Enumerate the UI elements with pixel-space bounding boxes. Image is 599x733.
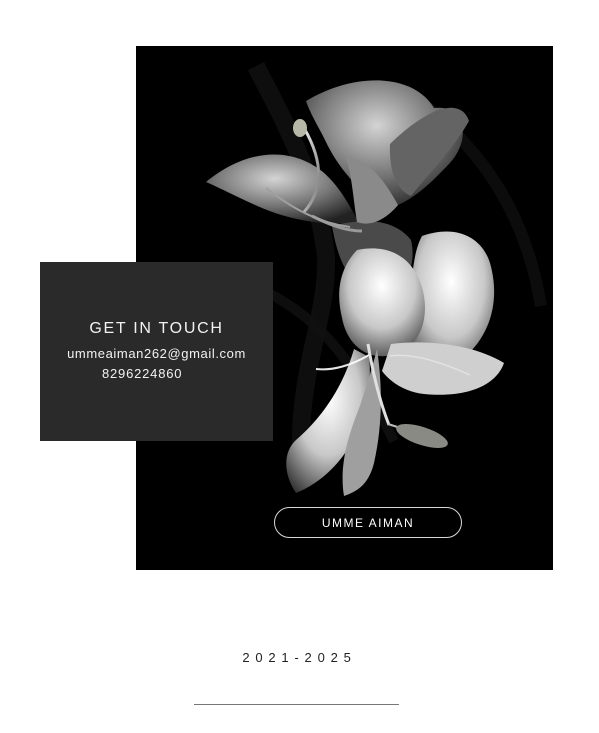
- phone-link[interactable]: 8296224860: [102, 366, 242, 381]
- email-link[interactable]: ummeaiman262@gmail.com: [40, 346, 273, 361]
- contact-title: GET IN TOUCH: [89, 320, 224, 337]
- name-button[interactable]: UMME AIMAN: [274, 507, 462, 538]
- year-range: 2021-2025: [242, 650, 357, 665]
- portfolio-page: GET IN TOUCH ummeaiman262@gmail.com 8296…: [0, 0, 599, 733]
- footer-divider: [194, 704, 399, 705]
- contact-card: GET IN TOUCH ummeaiman262@gmail.com 8296…: [40, 262, 273, 441]
